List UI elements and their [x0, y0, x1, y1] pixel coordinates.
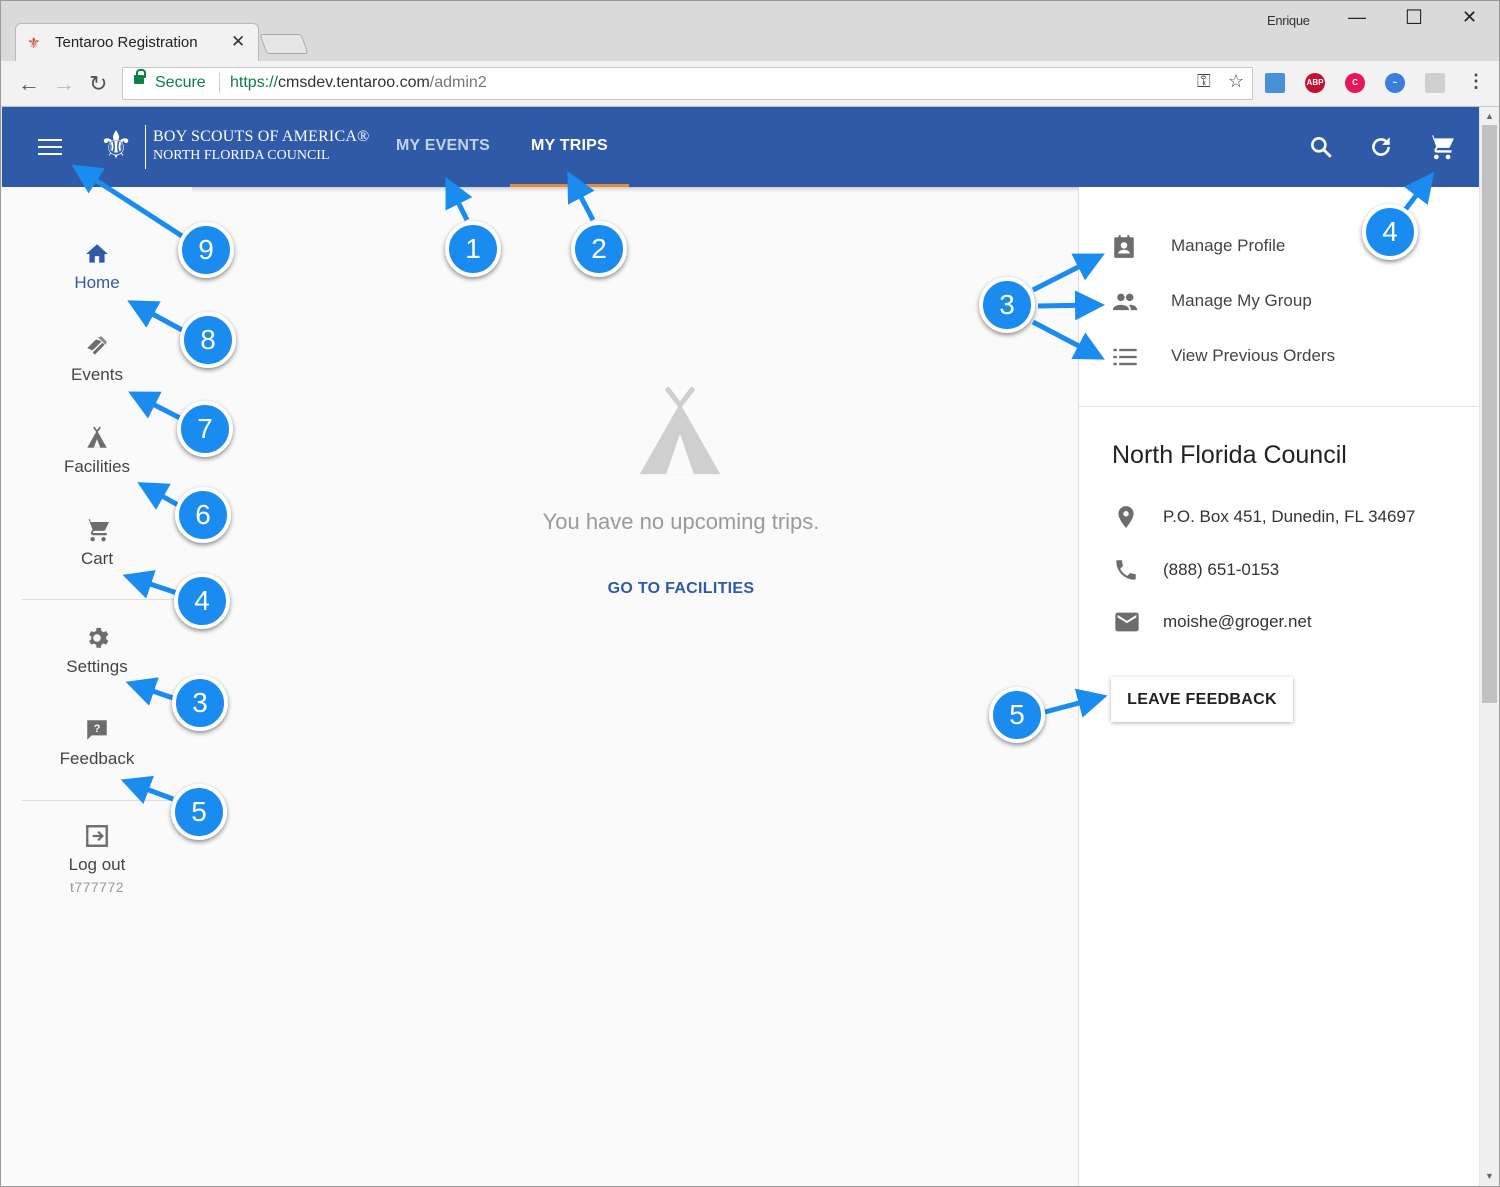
logo-divider [145, 125, 146, 169]
feedback-icon: ? [87, 720, 107, 740]
empty-trips-message: You have no upcoming trips. [542, 509, 820, 534]
sidebar-item-events[interactable]: Events [22, 333, 172, 385]
list-icon[interactable] [1111, 343, 1139, 371]
active-tab-indicator [510, 184, 629, 187]
search-icon[interactable] [1308, 133, 1334, 161]
callout-badge: 5 [989, 687, 1045, 743]
sidebar-item-home[interactable]: Home [22, 241, 172, 293]
callout-badge: 7 [177, 401, 233, 457]
manage-my-group-link[interactable]: Manage My Group [1171, 291, 1312, 311]
sidebar-divider [22, 800, 182, 801]
callout-badge: 9 [178, 222, 234, 278]
go-to-facilities-link[interactable]: GO TO FACILITIES [451, 580, 911, 598]
minimize-button[interactable]: — [1348, 7, 1366, 28]
chrome-menu-icon[interactable]: ⋮ [1467, 71, 1485, 92]
callout-badge: 4 [1362, 204, 1418, 260]
callout-badge: 6 [175, 487, 231, 543]
hamburger-menu-icon[interactable] [38, 139, 62, 157]
council-email[interactable]: moishe@groger.net [1163, 612, 1312, 632]
location-pin-icon [1118, 506, 1134, 528]
tab-my-trips[interactable]: MY TRIPS [531, 137, 608, 155]
sidebar-label-facilities: Facilities [63, 457, 131, 476]
back-arrow-icon[interactable]: ← [18, 71, 40, 97]
profile-icon[interactable] [1111, 233, 1137, 261]
logout-icon [86, 825, 108, 847]
gear-icon [89, 627, 109, 648]
email-icon [1115, 612, 1139, 632]
logo-council-name[interactable]: NORTH FLORIDA COUNCIL [153, 148, 330, 164]
group-icon[interactable] [1111, 288, 1139, 316]
scrollbar-thumb[interactable] [1482, 125, 1497, 703]
tab-my-events[interactable]: MY EVENTS [396, 137, 490, 155]
sidebar-divider [22, 599, 182, 600]
sidebar-item-logout[interactable]: Log out t777772 [22, 823, 172, 895]
extension-c-icon[interactable]: C [1345, 73, 1365, 93]
refresh-icon[interactable] [1368, 133, 1394, 161]
key-icon[interactable]: ⚿ [1197, 71, 1211, 92]
council-name-heading: North Florida Council [1112, 441, 1347, 469]
close-window-button[interactable]: ✕ [1462, 7, 1477, 28]
tab-close-icon[interactable]: ✕ [231, 32, 245, 52]
fleur-de-lis-favicon-icon: ⚜ [27, 35, 41, 52]
bsa-fleur-de-lis-logo[interactable]: ⚜ [93, 124, 139, 168]
right-panel-divider [1079, 406, 1478, 407]
council-phone[interactable]: (888) 651-0153 [1163, 560, 1279, 580]
callout-badge: 1 [445, 221, 501, 277]
sidebar-label-logout: Log out [68, 855, 126, 874]
url-host: cmsdev.tentaroo.com [278, 74, 430, 91]
cart-icon[interactable] [1427, 133, 1455, 161]
sidebar-item-settings[interactable]: Settings [22, 625, 172, 677]
svg-text:?: ? [94, 723, 101, 735]
maximize-button[interactable]: ☐ [1405, 5, 1423, 30]
view-previous-orders-link[interactable]: View Previous Orders [1171, 346, 1335, 366]
new-tab-button[interactable] [259, 34, 309, 54]
callout-badge: 8 [180, 312, 236, 368]
star-bookmark-icon[interactable]: ☆ [1228, 71, 1244, 92]
profile-user-name[interactable]: Enrique [1267, 13, 1310, 28]
tent-icon [639, 386, 721, 475]
sidebar-label-settings: Settings [66, 657, 128, 676]
omnibox-divider [219, 73, 220, 93]
sidebar-label-feedback: Feedback [59, 749, 135, 768]
scroll-up-arrow-icon[interactable]: ▲ [1485, 111, 1494, 121]
ticket-icon [87, 336, 107, 355]
sidebar-label-home: Home [74, 273, 120, 292]
callout-badge: 3 [172, 675, 228, 731]
tent-icon [87, 426, 107, 448]
tab-title: Tentaroo Registration [55, 34, 198, 51]
home-icon [86, 244, 108, 263]
callout-badge: 5 [171, 784, 227, 840]
url-path: /admin2 [429, 74, 487, 91]
url-text[interactable]: https://cmsdev.tentaroo.com/admin2 [230, 74, 487, 92]
sidebar-label-cart: Cart [80, 549, 114, 568]
phone-icon [1116, 560, 1136, 580]
extension-pdf-icon[interactable] [1425, 73, 1445, 93]
adblock-extension-icon[interactable]: ABP [1305, 73, 1325, 93]
manage-profile-link[interactable]: Manage Profile [1171, 236, 1285, 256]
sidebar-item-feedback[interactable]: ? Feedback [22, 717, 172, 769]
callout-badge: 3 [979, 277, 1035, 333]
scroll-down-arrow-icon[interactable]: ▼ [1485, 1171, 1494, 1181]
sidebar-item-facilities[interactable]: Facilities [22, 425, 172, 477]
secure-label[interactable]: Secure [155, 74, 206, 92]
reload-icon[interactable]: ↻ [89, 71, 107, 97]
leave-feedback-button[interactable]: LEAVE FEEDBACK [1111, 677, 1293, 722]
callout-badge: 4 [174, 573, 230, 629]
cart-icon [85, 519, 110, 542]
logo-org-name[interactable]: BOY SCOUTS OF AMERICA® [153, 128, 369, 146]
sidebar-item-cart[interactable]: Cart [22, 517, 172, 569]
lock-icon[interactable] [134, 69, 146, 84]
council-address: P.O. Box 451, Dunedin, FL 34697 [1163, 507, 1416, 526]
extension-pulse-icon[interactable]: ~ [1385, 73, 1405, 93]
logged-in-username: t777772 [69, 879, 125, 895]
callout-badge: 2 [571, 221, 627, 277]
sidebar-label-events: Events [71, 365, 123, 384]
url-scheme: https:// [230, 74, 279, 91]
extension-window-icon[interactable] [1265, 73, 1285, 93]
forward-arrow-icon[interactable]: → [53, 71, 75, 97]
app-header [2, 107, 1479, 187]
